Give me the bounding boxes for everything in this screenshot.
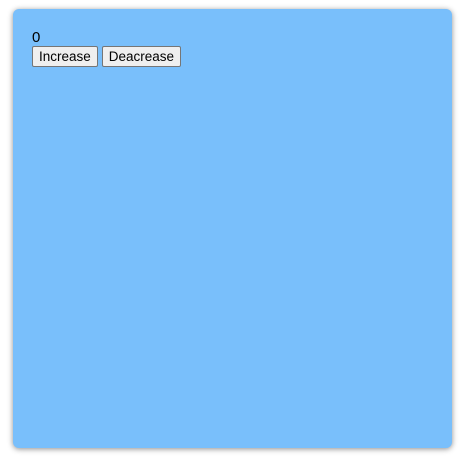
increase-button[interactable]: Increase: [32, 46, 98, 67]
counter-panel: 0 Increase Deacrease: [13, 9, 452, 448]
button-row: Increase Deacrease: [32, 46, 182, 67]
decrease-button[interactable]: Deacrease: [101, 46, 182, 67]
counter-value: 0: [32, 29, 41, 46]
